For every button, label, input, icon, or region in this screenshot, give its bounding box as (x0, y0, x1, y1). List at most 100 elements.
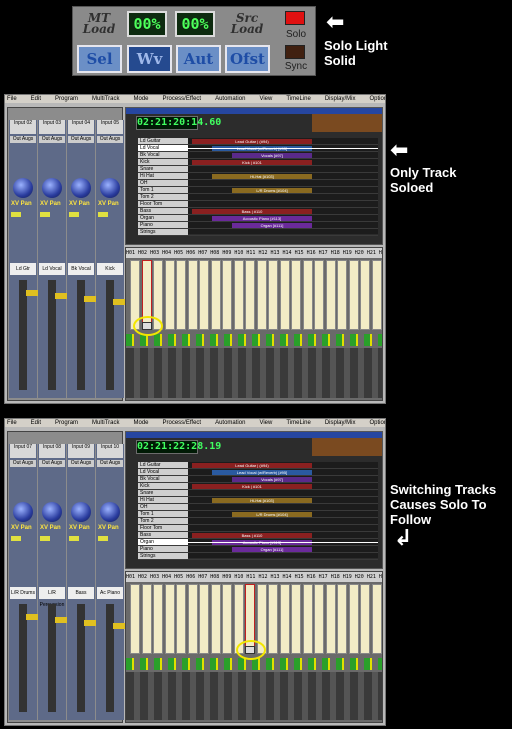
menu-item[interactable]: Program (55, 420, 78, 426)
menu-item[interactable]: MultiTrack (92, 96, 119, 102)
audio-clip[interactable]: Hi-Hat [#103] (212, 174, 312, 179)
track-row[interactable]: OH (138, 180, 378, 187)
menu-item[interactable]: Process/Effect (163, 420, 202, 426)
menu-item[interactable]: Display/Mix (325, 420, 356, 426)
mute-button[interactable] (11, 536, 21, 541)
track-row[interactable]: Ld Guitar Lead Guitar | (#94) (138, 138, 378, 145)
menu-item[interactable]: File (7, 96, 17, 102)
out-augs-button[interactable]: Out Augs (68, 460, 94, 467)
mixer-channel[interactable] (279, 260, 290, 330)
mixer-channel[interactable] (176, 260, 186, 330)
pan-knob[interactable] (13, 502, 33, 522)
mute-button[interactable] (40, 212, 50, 217)
mixer-channel[interactable] (360, 260, 370, 330)
track-row[interactable]: Tom 2 (138, 194, 378, 201)
track-row[interactable]: Floor Tom (138, 201, 378, 208)
mixer-channel[interactable] (302, 584, 313, 654)
mixer-channel[interactable] (302, 260, 313, 330)
volume-fader[interactable] (48, 604, 69, 712)
audio-clip[interactable]: Organ [#111] (232, 223, 312, 228)
out-augs-button[interactable]: Out Augs (68, 136, 94, 143)
mixer-channel[interactable] (268, 584, 278, 654)
channel-faders[interactable] (126, 348, 382, 398)
mute-button[interactable] (69, 536, 79, 541)
mixer-channel[interactable] (337, 584, 347, 654)
menu-item[interactable]: File (7, 420, 17, 426)
mixer-channel[interactable] (314, 584, 324, 654)
audio-clip[interactable]: Kick | #101 (192, 484, 312, 489)
out-augs-button[interactable]: Out Augs (10, 136, 36, 143)
menu-item[interactable]: Edit (31, 420, 41, 426)
audio-clip[interactable]: Lead Vocal (w/Reverb) [#95] (212, 470, 312, 475)
menu-item[interactable]: Mode (133, 420, 148, 426)
out-augs-button[interactable]: Out Augs (10, 460, 36, 467)
menu-item[interactable]: Automation (215, 96, 245, 102)
mixer-channel[interactable] (222, 584, 232, 654)
mixer-channel[interactable] (279, 584, 290, 654)
menu-item[interactable]: TimeLine (286, 96, 310, 102)
audio-clip[interactable]: L/R Drums [#104] (232, 512, 312, 517)
pan-knob[interactable] (100, 178, 120, 198)
audio-clip[interactable]: Bass | #110 (192, 533, 312, 538)
track-row[interactable]: Snare (138, 166, 378, 173)
mixer-channel[interactable] (164, 584, 175, 654)
track-row[interactable]: Tom 1 L/R Drums [#104] (138, 511, 378, 518)
track-row[interactable]: Bk Vocal Vocals [#97] (138, 152, 378, 159)
mixer-channel[interactable] (348, 260, 359, 330)
audio-clip[interactable]: Acoustic Piano [#113] (212, 216, 312, 221)
mixer-channel[interactable] (268, 260, 278, 330)
pan-knob[interactable] (13, 178, 33, 198)
menu-item[interactable]: Options (369, 420, 385, 426)
out-augs-button[interactable]: Out Augs (97, 136, 123, 143)
mixer-channel[interactable] (256, 260, 267, 330)
menu-item[interactable]: View (259, 96, 272, 102)
mixer-channel[interactable] (371, 584, 382, 654)
track-row[interactable]: Tom 2 (138, 518, 378, 525)
mixer-channel[interactable] (164, 260, 175, 330)
mixer-channel[interactable] (325, 260, 336, 330)
volume-fader[interactable] (106, 280, 127, 390)
mixer-channel[interactable] (233, 260, 244, 330)
menu-item[interactable]: Mode (133, 96, 148, 102)
volume-fader[interactable] (106, 604, 127, 712)
mixer-channel[interactable] (371, 260, 382, 330)
track-row[interactable]: Tom 1 L/R Drums [#104] (138, 187, 378, 194)
track-row[interactable]: Ld Guitar Lead Guitar | (#94) (138, 462, 378, 469)
mixer-channel[interactable] (210, 584, 221, 654)
track-row[interactable]: Bass Bass | #110 (138, 532, 378, 539)
audio-clip[interactable]: Vocals [#97] (232, 477, 312, 482)
track-row[interactable]: Kick Kick | #101 (138, 483, 378, 490)
mixer-channel[interactable] (360, 584, 370, 654)
menu-item[interactable]: Automation (215, 420, 245, 426)
mute-button[interactable] (11, 212, 21, 217)
track-row[interactable]: Bass Bass | #110 (138, 208, 378, 215)
pan-knob[interactable] (42, 178, 62, 198)
mixer-channel[interactable] (141, 584, 152, 654)
pan-knob[interactable] (71, 502, 91, 522)
track-row[interactable]: Snare (138, 490, 378, 497)
mixer-channel[interactable] (187, 584, 198, 654)
track-row[interactable]: Piano Organ [#111] (138, 546, 378, 553)
menu-item[interactable]: Display/Mix (325, 96, 356, 102)
volume-fader[interactable] (77, 280, 98, 390)
volume-fader[interactable] (77, 604, 98, 712)
track-row[interactable]: Kick Kick | #101 (138, 159, 378, 166)
mixer-channel[interactable] (245, 260, 255, 330)
mute-button[interactable] (98, 536, 108, 541)
mixer-channel[interactable] (291, 260, 301, 330)
out-augs-button[interactable]: Out Augs (39, 460, 65, 467)
audio-clip[interactable]: Organ [#111] (232, 547, 312, 552)
track-row[interactable]: Floor Tom (138, 525, 378, 532)
track-row[interactable]: Strings (138, 553, 378, 560)
menu-item[interactable]: Edit (31, 96, 41, 102)
sync-light[interactable] (285, 45, 305, 59)
menu-item[interactable]: TimeLine (286, 420, 310, 426)
mute-button[interactable] (69, 212, 79, 217)
track-row[interactable]: Bk Vocal Vocals [#97] (138, 476, 378, 483)
track-row[interactable]: Ld Vocal Lead Vocal (w/Reverb) [#95] (138, 469, 378, 476)
mixer-channel[interactable] (210, 260, 221, 330)
pan-knob[interactable] (100, 502, 120, 522)
volume-fader[interactable] (19, 280, 40, 390)
mixer-channel[interactable] (176, 584, 186, 654)
audio-clip[interactable]: Kick | #101 (192, 160, 312, 165)
